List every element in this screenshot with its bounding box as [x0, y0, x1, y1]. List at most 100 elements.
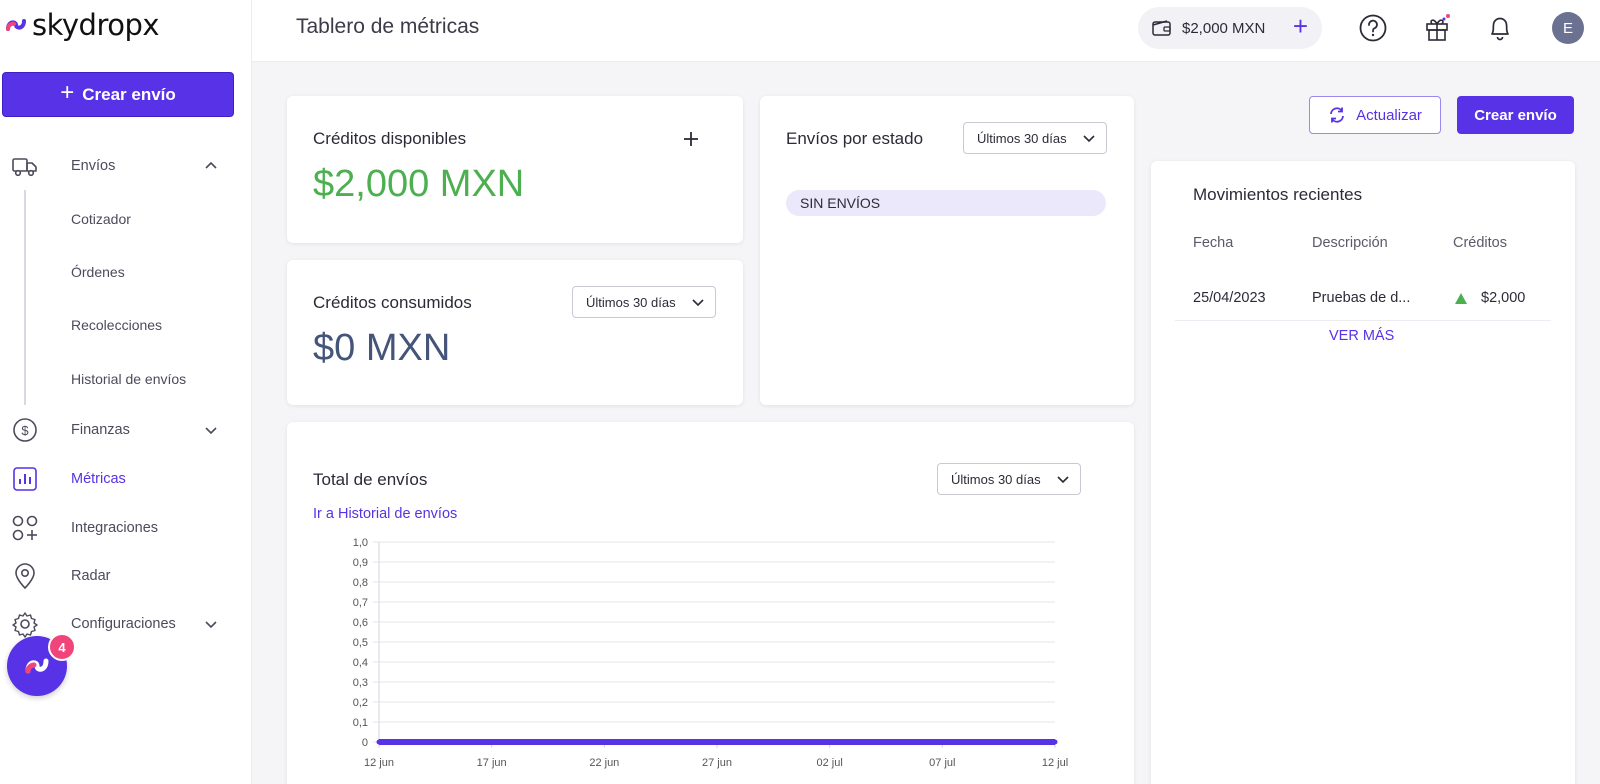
sidebar-subitem-cotizador[interactable]: Cotizador [71, 211, 131, 227]
chevron-up-icon[interactable] [204, 159, 218, 173]
credits-available-title: Créditos disponibles [313, 129, 467, 148]
sidebar-subitem-ordenes[interactable]: Órdenes [71, 264, 125, 280]
series-point [376, 739, 382, 745]
y-tick-label: 0,5 [353, 637, 368, 649]
arrow-up-icon [1455, 293, 1467, 304]
sidebar-item-integraciones[interactable]: Integraciones [0, 508, 252, 548]
sidebar-item-finanzas[interactable]: $ Finanzas [0, 410, 252, 450]
x-tick-label: 12 jun [364, 757, 394, 769]
sidebar-subitem-recolecciones[interactable]: Recolecciones [71, 317, 162, 333]
chevron-down-icon[interactable] [204, 423, 218, 437]
range-select-value: Últimos 30 días [977, 130, 1067, 146]
skydropx-logo-icon [6, 19, 26, 31]
top-bar: Tablero de métricas $2,000 MXN + E [252, 0, 1600, 62]
add-credits-icon[interactable]: + [1293, 13, 1308, 39]
y-tick-label: 0,2 [353, 697, 368, 709]
series-point [1052, 739, 1058, 745]
brand-logo[interactable]: skydropx [4, 8, 160, 42]
view-more-link[interactable]: VER MÁS [1329, 328, 1394, 344]
sidebar-item-radar[interactable]: Radar [0, 556, 252, 596]
shipments-by-status-card: Envíos por estado Últimos 30 días SIN EN… [760, 96, 1134, 405]
column-header: Descripción [1312, 235, 1388, 251]
sidebar-item-label: Radar [71, 568, 111, 584]
total-shipments-title: Total de envíos [313, 470, 428, 489]
y-tick-label: 0,8 [353, 577, 368, 589]
column-header: Fecha [1193, 235, 1234, 251]
help-icon[interactable] [1358, 13, 1388, 43]
total-shipments-card: Total de envíos Últimos 30 días Ir a His… [287, 422, 1134, 784]
dollar-circle-icon: $ [13, 418, 37, 442]
sidebar-item-label: Finanzas [71, 422, 130, 438]
movement-date: 25/04/2023 [1193, 290, 1266, 306]
series-point [827, 739, 833, 745]
x-tick-label: 27 jun [702, 757, 732, 769]
recent-movements-title: Movimientos recientes [1193, 185, 1363, 204]
empty-status-pill: SIN ENVÍOS [786, 190, 1106, 216]
location-pin-icon [15, 563, 35, 590]
total-shipments-range-select[interactable]: Últimos 30 días [937, 463, 1081, 495]
refresh-button[interactable]: Actualizar [1309, 96, 1441, 134]
gift-icon[interactable] [1422, 13, 1452, 43]
x-tick-label: 12 jul [1042, 757, 1068, 769]
create-shipment-button[interactable]: + Crear envío [2, 72, 234, 117]
sidebar-item-label: Integraciones [71, 520, 159, 536]
x-tick-label: 22 jun [589, 757, 619, 769]
range-select-value: Últimos 30 días [951, 471, 1041, 487]
wallet-icon [1152, 20, 1171, 36]
x-tick-label: 07 jul [929, 757, 955, 769]
refresh-label: Actualizar [1356, 106, 1422, 124]
gear-icon [12, 612, 38, 638]
y-tick-label: 1,0 [353, 537, 368, 549]
page-title: Tablero de métricas [296, 15, 480, 38]
submenu-line [24, 190, 26, 405]
chevron-down-icon [692, 299, 704, 307]
y-tick-label: 0,6 [353, 617, 368, 629]
brand-name: skydropx [32, 8, 160, 42]
create-shipment-top-button[interactable]: Crear envío [1457, 96, 1574, 134]
credits-available-amount: $2,000 MXN [313, 163, 525, 205]
user-avatar[interactable]: E [1552, 12, 1584, 44]
balance-amount: $2,000 MXN [1182, 19, 1266, 37]
series-point [601, 739, 607, 745]
credits-consumed-card: Créditos consumidos Últimos 30 días $0 M… [287, 260, 743, 405]
shipments-by-status-title: Envíos por estado [786, 129, 924, 148]
create-shipment-label: Crear envío [82, 84, 176, 104]
movement-credits: $2,000 [1481, 290, 1526, 306]
sidebar-item-envios[interactable]: Envíos [0, 146, 252, 186]
series-point [939, 739, 945, 745]
add-credits-icon[interactable] [683, 131, 699, 147]
apps-plus-icon [12, 515, 38, 541]
recent-movements-card: Movimientos recientes Fecha Descripción … [1151, 161, 1575, 784]
refresh-icon [1330, 107, 1344, 123]
row-divider [1175, 320, 1551, 321]
credits-available-card: Créditos disponibles $2,000 MXN [287, 96, 743, 243]
credits-consumed-amount: $0 MXN [313, 327, 451, 369]
y-tick-label: 0,1 [353, 717, 368, 729]
credits-consumed-range-select[interactable]: Últimos 30 días [572, 286, 716, 318]
skydropx-chat-icon [25, 658, 49, 674]
series-point [489, 739, 495, 745]
sidebar-item-label: Envíos [71, 158, 116, 174]
sidebar-item-metricas[interactable]: Métricas [0, 459, 252, 499]
total-shipments-chart: 1,0 0,9 0,8 0,7 0,6 0,5 0,4 0,3 0,2 0,1 0 12 jun 17 … [353, 537, 1068, 769]
x-tick-label: 17 jun [477, 757, 507, 769]
sidebar-subitem-historial[interactable]: Historial de envíos [71, 371, 186, 387]
column-header: Créditos [1453, 235, 1507, 251]
truck-icon [12, 158, 37, 177]
shipment-history-link[interactable]: Ir a Historial de envíos [313, 506, 457, 522]
sidebar-item-label: Configuraciones [71, 616, 176, 632]
series-point [714, 739, 720, 745]
chevron-down-icon [1057, 476, 1069, 484]
balance-pill[interactable]: $2,000 MXN + [1138, 7, 1322, 49]
chevron-down-icon [1083, 135, 1095, 143]
y-tick-label: 0,4 [353, 657, 368, 669]
shipments-by-status-range-select[interactable]: Últimos 30 días [963, 122, 1107, 154]
bell-icon[interactable] [1485, 13, 1515, 43]
y-tick-label: 0 [362, 737, 368, 749]
chevron-down-icon[interactable] [204, 617, 218, 631]
credits-consumed-title: Créditos consumidos [313, 293, 472, 312]
x-tick-label: 02 jul [817, 757, 843, 769]
notification-count-badge: 4 [48, 633, 76, 661]
y-tick-label: 0,9 [353, 557, 368, 569]
sidebar-item-label: Métricas [71, 471, 126, 487]
